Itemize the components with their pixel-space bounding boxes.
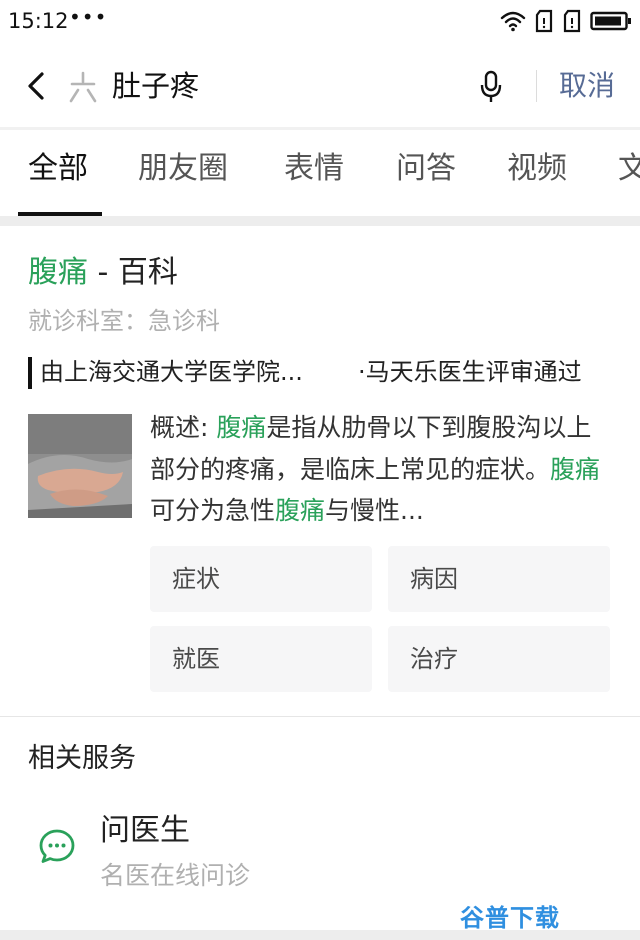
status-bar: 15:12 ••• [0,0,640,44]
symptoms-button[interactable]: 症状 [150,546,372,612]
summary-text: 概述: 腹痛是指从肋骨以下到腹股沟以上部分的疼痛，是临床上常见的症状。腹痛可分为… [150,407,616,532]
tab-all[interactable]: 全部 [28,148,88,190]
summary-term: 腹痛 [550,454,601,484]
service-description: 名医在线问诊 [100,861,251,890]
baike-card[interactable]: 腹痛 - 百科 就诊科室：急诊科 由上海交通大学医学院... ·马天乐医生评审通… [0,226,640,716]
watermark-logo: 谷普下载 [460,904,560,932]
microphone-icon[interactable] [476,66,506,106]
baike-title[interactable]: 腹痛 - 百科 [28,252,178,294]
divider [0,216,640,226]
divider [0,930,640,940]
baike-term: 腹痛 [28,255,88,290]
back-icon[interactable] [20,66,50,106]
search-input[interactable]: 肚子疼 [112,66,199,106]
tab-stickers[interactable]: 表情 [284,148,344,190]
tab-moments[interactable]: 朋友圈 [138,148,228,190]
baike-title-suffix: - 百科 [88,255,178,290]
ask-doctor-item[interactable]: 问医生 名医在线问诊 [0,800,640,910]
chat-bubble-icon [39,829,75,863]
cancel-button[interactable]: 取消 [559,66,615,106]
treatment-button[interactable]: 治疗 [388,626,610,692]
department-text: 就诊科室：急诊科 [28,307,220,335]
summary-term: 腹痛 [216,413,267,442]
seek-care-button[interactable]: 就医 [150,626,372,692]
review-source: 由上海交通大学医学院... [40,358,303,386]
summary-text-part: 与慢性... [325,496,424,525]
divider [0,716,640,717]
related-services-title: 相关服务 [28,743,136,774]
causes-button[interactable]: 病因 [388,546,610,612]
review-text: ·马天乐医生评审通过 [358,358,582,386]
summary-term: 腹痛 [275,496,326,525]
wifi-icon [500,11,526,32]
sim-card-icon [563,9,581,33]
tab-articles[interactable]: 文 [618,148,640,190]
summary-text-part: 可分为急性 [150,496,276,525]
tab-qa[interactable]: 问答 [396,148,456,190]
divider [536,70,537,102]
battery-icon [590,11,631,31]
status-time: 15:12 [8,9,69,33]
abdomen-thumbnail [28,414,132,518]
tab-video[interactable]: 视频 [507,148,567,190]
tab-bar: 全部 朋友圈 表情 问答 视频 文 [0,130,640,216]
summary-label: 概述: [150,413,217,442]
service-name: 问医生 [100,813,190,848]
search-logo-icon [69,71,97,103]
review-marker [28,357,32,389]
sim-card-icon [535,9,553,33]
search-bar: 肚子疼 取消 [0,44,640,128]
status-icons [500,8,632,34]
more-dots-icon: ••• [69,5,108,29]
